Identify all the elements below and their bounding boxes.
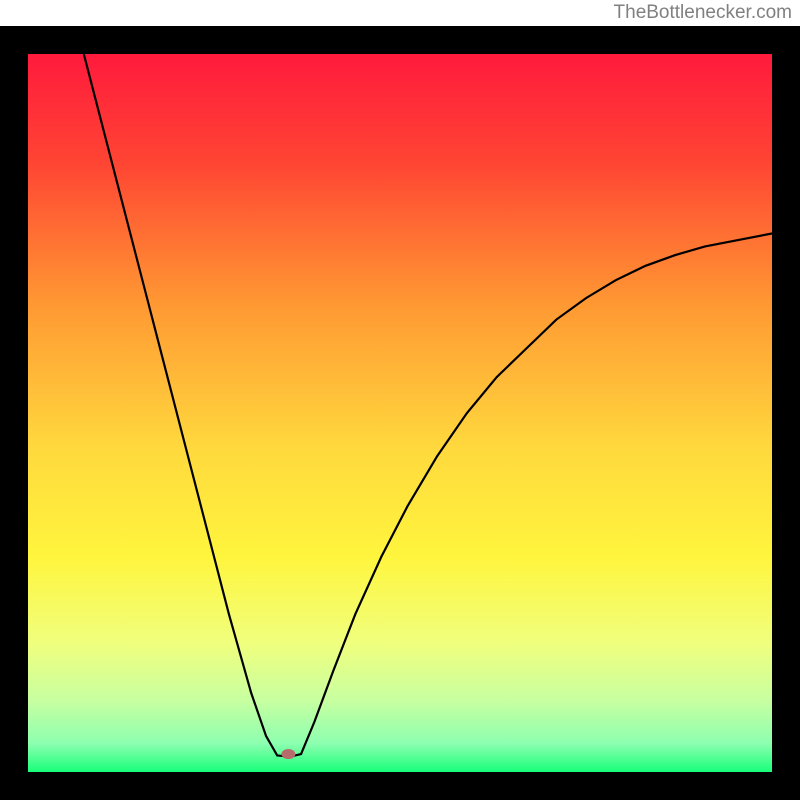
watermark-text: TheBottlenecker.com — [614, 2, 792, 24]
bottleneck-chart — [0, 0, 800, 800]
gradient-background — [28, 54, 772, 772]
chart-container: TheBottlenecker.com — [0, 0, 800, 800]
current-config-marker — [281, 749, 295, 759]
